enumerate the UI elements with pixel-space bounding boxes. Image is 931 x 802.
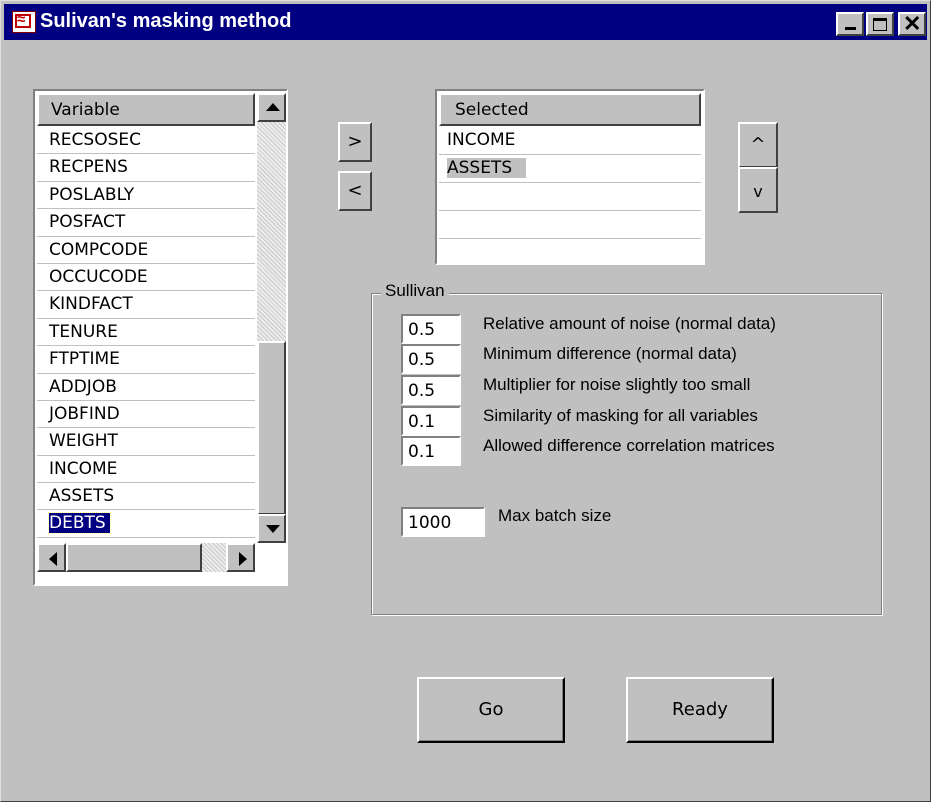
noise-multiplier-input[interactable]: 0.5 — [401, 375, 461, 405]
selected-item-label: INCOME — [447, 130, 516, 150]
list-item[interactable]: RECPENS — [37, 154, 255, 182]
minimum-difference-label: Minimum difference (normal data) — [483, 344, 737, 363]
maximize-button[interactable] — [866, 12, 894, 36]
arrow-up-icon — [266, 103, 280, 111]
minimize-button[interactable] — [836, 12, 864, 36]
correlation-difference-label: Allowed difference correlation matrices — [483, 436, 775, 455]
minimize-icon — [845, 27, 856, 30]
list-item-label: RECSOSEC — [49, 130, 141, 150]
list-item[interactable]: DEBTS — [37, 510, 255, 538]
selected-header-label: Selected — [455, 100, 529, 120]
list-item-label: WEIGHT — [49, 431, 118, 452]
move-up-button[interactable]: ^ — [738, 122, 778, 168]
noise-amount-label: Relative amount of noise (normal data) — [483, 314, 776, 333]
list-item[interactable]: TENURE — [37, 319, 255, 347]
correlation-difference-input[interactable]: 0.1 — [401, 436, 461, 466]
minimum-difference-input[interactable]: 0.5 — [401, 344, 461, 374]
variable-list[interactable]: Variable RECSOSEC RECPENS POSLABLY POSFACT C… — [33, 89, 288, 586]
masking-similarity-label: Similarity of masking for all variables — [483, 406, 758, 425]
list-item-label: RECPENS — [49, 157, 128, 178]
list-item-label: JOBFIND — [49, 403, 120, 424]
selected-items: INCOME ASSETS — [439, 127, 701, 267]
close-button[interactable]: ✕ — [898, 12, 926, 36]
list-item-label: DEBTS — [48, 512, 111, 535]
batch-size-input[interactable]: 1000 — [401, 507, 485, 537]
scroll-right-button[interactable] — [226, 543, 255, 572]
list-item-label: INCOME — [49, 458, 118, 479]
list-item-label: ADDJOB — [49, 376, 117, 397]
ready-button[interactable]: Ready — [626, 677, 774, 743]
list-item[interactable]: ASSETS — [37, 483, 255, 511]
list-item[interactable]: COMPCODE — [37, 237, 255, 264]
selected-list[interactable]: Selected INCOME ASSETS — [435, 89, 705, 267]
vertical-scroll-thumb[interactable] — [257, 341, 286, 515]
selected-item-label: ASSETS — [447, 158, 527, 178]
list-item-label: OCCUCODE — [49, 266, 148, 287]
list-item-label: ASSETS — [49, 486, 115, 507]
masking-similarity-input[interactable]: 0.1 — [401, 406, 461, 436]
sullivan-group-label: Sullivan — [381, 281, 449, 301]
list-item[interactable]: WEIGHT — [37, 428, 255, 456]
go-button[interactable]: Go — [417, 677, 565, 743]
list-item-label: TENURE — [49, 321, 118, 342]
noise-amount-input[interactable]: 0.5 — [401, 314, 461, 344]
list-item[interactable]: JOBFIND — [37, 401, 255, 429]
variable-items: RECSOSEC RECPENS POSLABLY POSFACT COMPCODE OC… — [37, 127, 255, 538]
selected-list-item[interactable] — [439, 239, 701, 267]
list-item-label: FTPTIME — [49, 349, 120, 370]
dialog-window: Sulivan's masking method ✕ Variable RECS… — [0, 0, 931, 802]
variable-vertical-scrollbar[interactable] — [257, 93, 286, 543]
arrow-down-icon — [266, 525, 280, 533]
batch-size-label: Max batch size — [498, 506, 612, 525]
selected-column-header[interactable]: Selected — [439, 93, 701, 126]
list-item-label: POSLABLY — [49, 184, 135, 205]
list-item[interactable]: KINDFACT — [37, 291, 255, 319]
move-down-button[interactable]: v — [738, 167, 778, 213]
maximize-icon — [873, 18, 887, 31]
scroll-left-button[interactable] — [37, 543, 66, 572]
selected-list-item[interactable]: INCOME — [439, 127, 701, 155]
horizontal-scroll-thumb[interactable] — [66, 543, 202, 572]
list-item[interactable]: RECSOSEC — [37, 127, 255, 155]
selected-list-item[interactable]: ASSETS — [439, 155, 701, 183]
list-item-label: COMPCODE — [49, 239, 149, 260]
noise-multiplier-label: Multiplier for noise slightly too small — [483, 375, 751, 394]
variable-column-header[interactable]: Variable — [37, 93, 255, 126]
window-title: Sulivan's masking method — [40, 10, 292, 32]
scroll-down-button[interactable] — [257, 514, 286, 543]
close-icon: ✕ — [903, 11, 922, 36]
variable-header-label: Variable — [51, 100, 120, 120]
selected-list-item[interactable] — [439, 211, 701, 239]
list-item-label: KINDFACT — [49, 294, 133, 315]
list-item[interactable]: POSFACT — [37, 209, 255, 237]
variable-horizontal-scrollbar[interactable] — [37, 543, 255, 572]
list-item-label: POSFACT — [49, 212, 126, 233]
arrow-right-icon — [239, 552, 247, 566]
title-bar[interactable]: Sulivan's masking method ✕ — [4, 4, 927, 40]
list-item[interactable]: ADDJOB — [37, 374, 255, 401]
list-item[interactable]: INCOME — [37, 456, 255, 484]
remove-variable-button[interactable]: < — [338, 171, 372, 211]
app-icon[interactable] — [12, 11, 36, 33]
add-variable-button[interactable]: > — [338, 122, 372, 162]
list-item[interactable]: FTPTIME — [37, 346, 255, 374]
list-item[interactable]: OCCUCODE — [37, 264, 255, 292]
list-item[interactable]: POSLABLY — [37, 182, 255, 210]
selected-list-item[interactable] — [439, 183, 701, 211]
scroll-up-button[interactable] — [257, 93, 286, 122]
arrow-left-icon — [49, 552, 57, 566]
